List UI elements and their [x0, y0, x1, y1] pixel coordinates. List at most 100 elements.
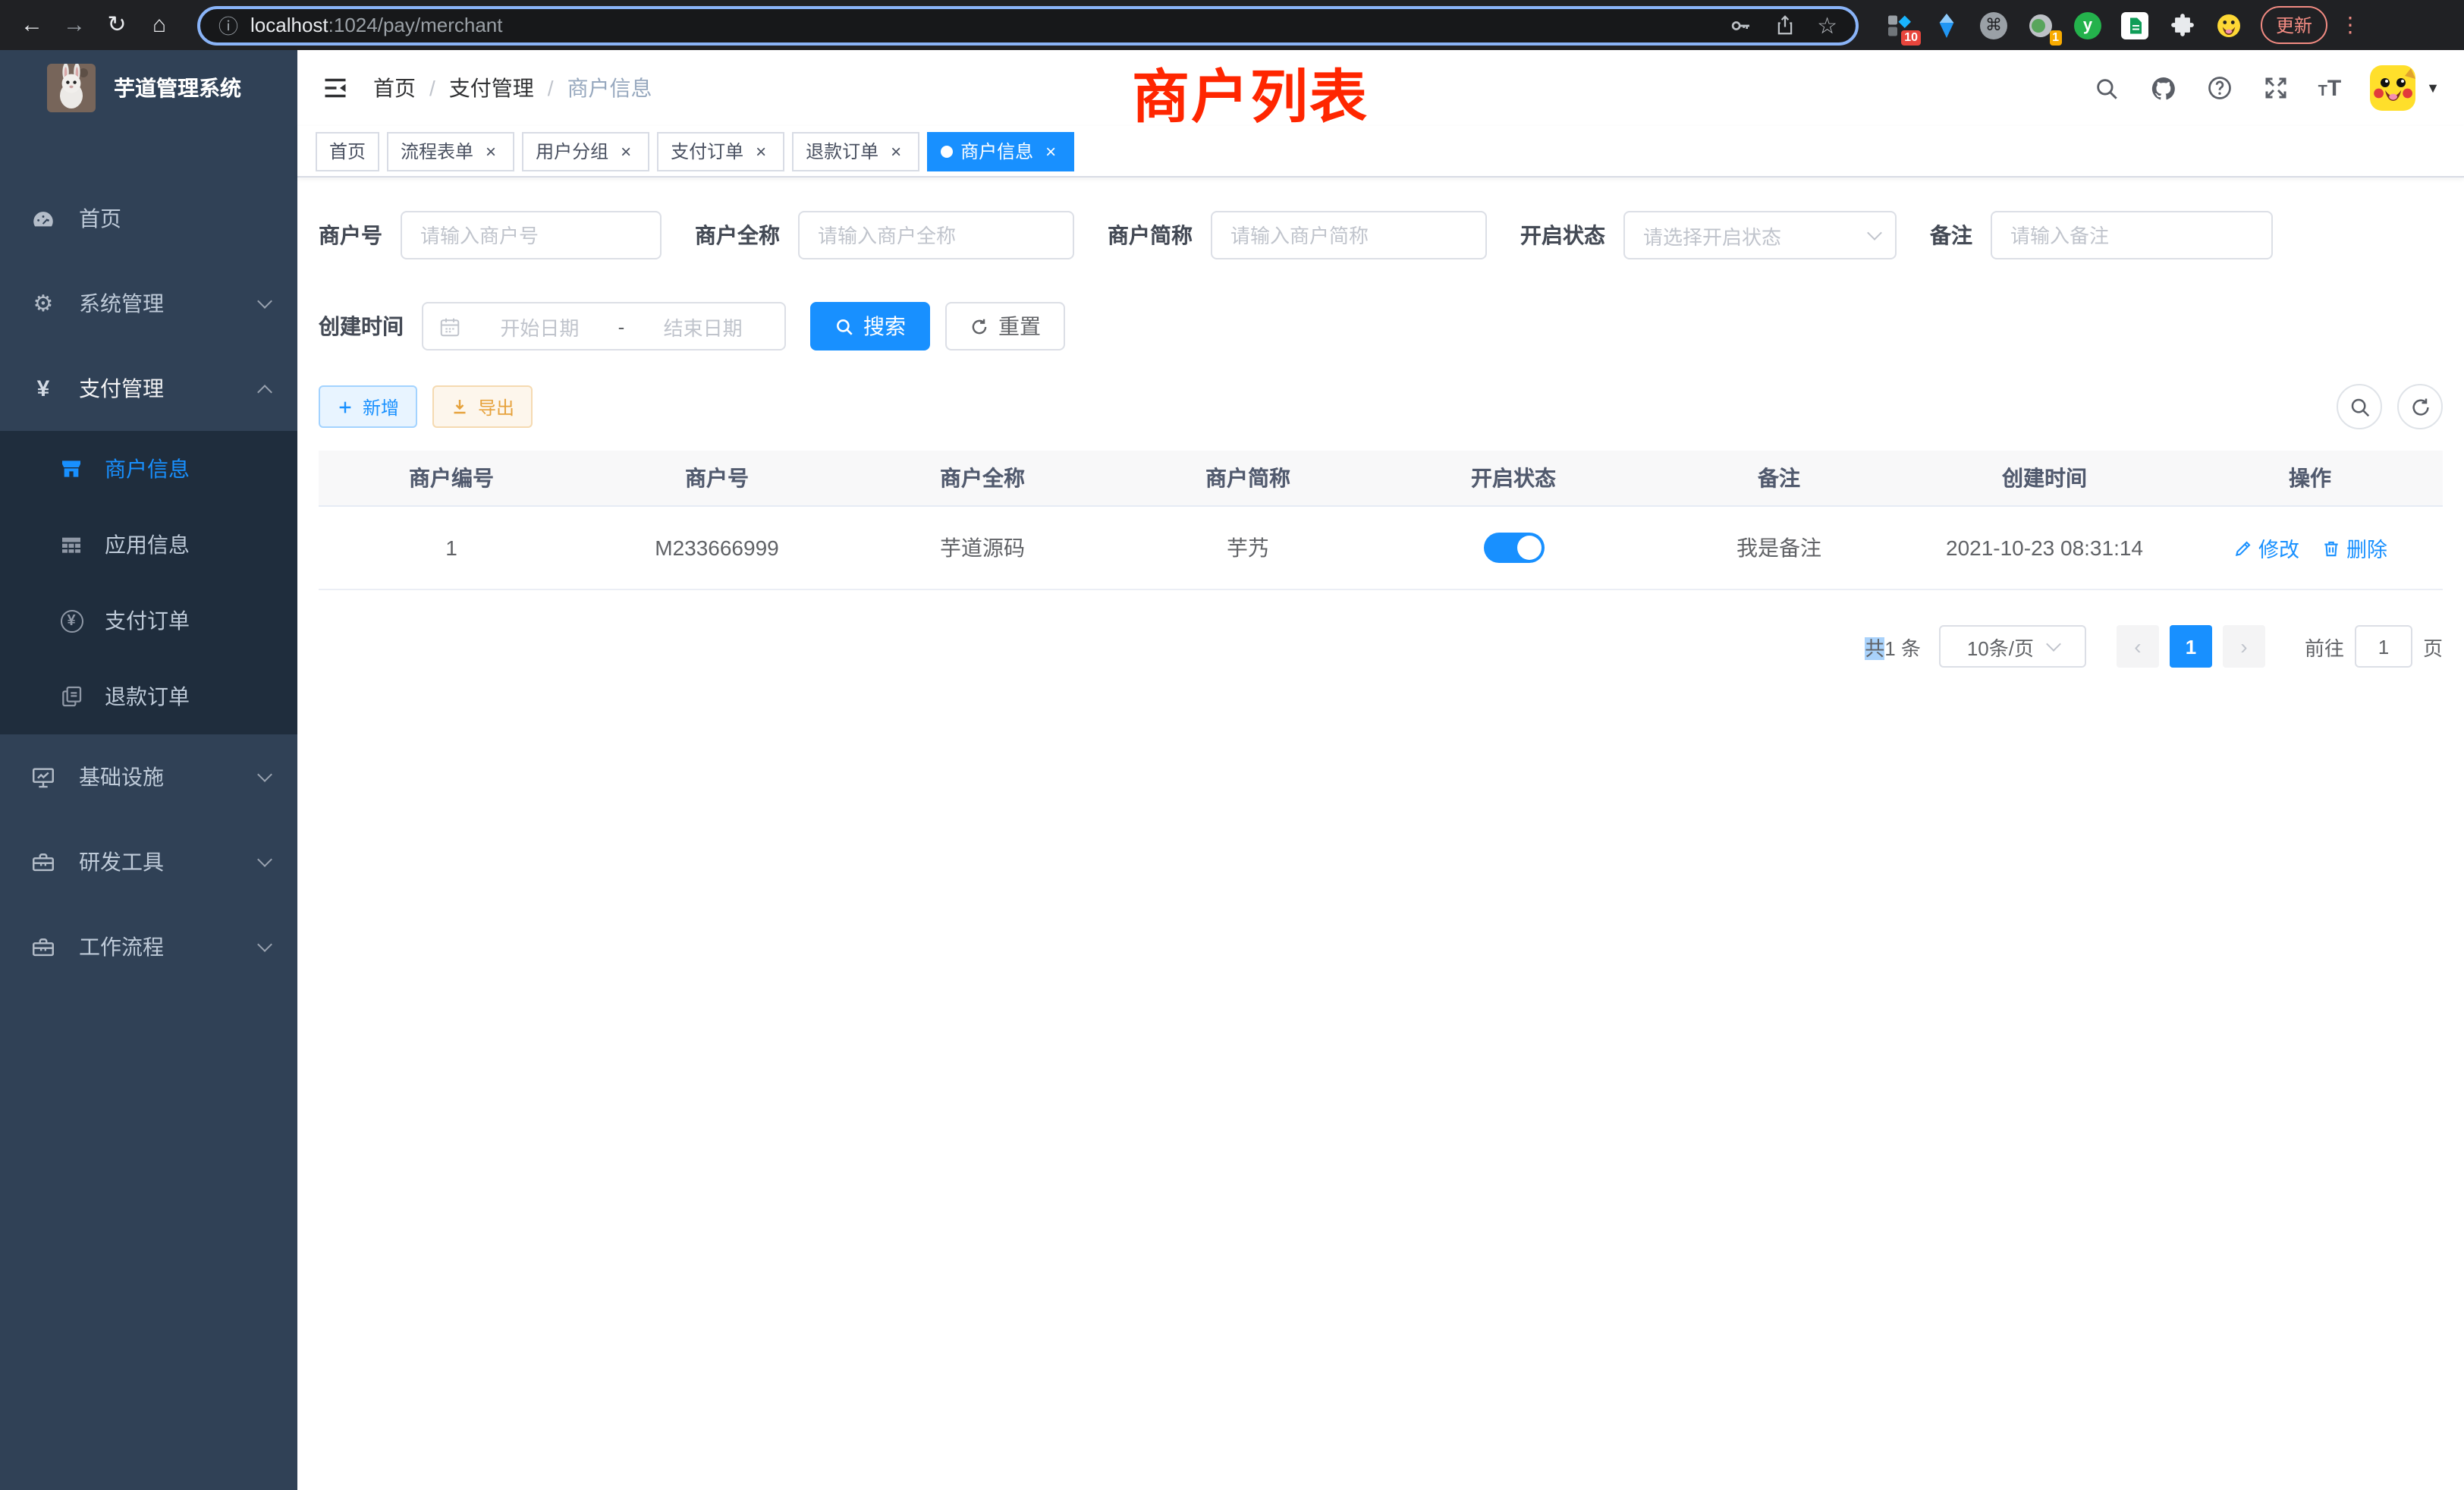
chevron-down-icon [2045, 637, 2060, 652]
emoji-extension-icon[interactable] [2215, 11, 2242, 39]
breadcrumb-separator: / [548, 76, 554, 100]
chevron-down-icon [257, 851, 272, 866]
sidebar-logo[interactable]: 芋道管理系统 [0, 50, 297, 126]
merchant-full-name-input[interactable] [798, 211, 1074, 259]
tab-user-group[interactable]: 用户分组 × [522, 131, 649, 171]
browser-forward-button[interactable]: → [58, 8, 91, 42]
sidebar: 芋道管理系统 首页 ⚙ 系统管理 ¥ 支付管理 [0, 50, 297, 1490]
sidebar-menu: 首页 ⚙ 系统管理 ¥ 支付管理 [0, 176, 297, 989]
browser-update-button[interactable]: 更新 [2261, 6, 2327, 44]
command-glyph: ⌘ [1980, 11, 2007, 39]
recorder-extension-icon[interactable]: 1 [2027, 11, 2054, 39]
sidebar-item-dev-tools[interactable]: 研发工具 [0, 819, 297, 904]
browser-home-button[interactable]: ⌂ [143, 8, 176, 42]
column-header: 操作 [2177, 451, 2443, 505]
status-select[interactable]: 请选择开启状态 [1623, 211, 1897, 259]
grid-icon [59, 533, 83, 557]
refresh-icon[interactable] [2397, 384, 2443, 429]
sidebar-item-label: 首页 [79, 203, 270, 234]
goto-page-input[interactable] [2355, 625, 2412, 668]
sidebar-item-label: 退款订单 [105, 681, 190, 712]
status-toggle[interactable] [1483, 533, 1544, 563]
page-unit-label: 页 [2423, 632, 2443, 661]
field-label: 商户简称 [1108, 220, 1211, 250]
github-icon[interactable] [2150, 74, 2177, 102]
sidebar-item-workflow[interactable]: 工作流程 [0, 904, 297, 989]
help-icon[interactable] [2206, 74, 2233, 102]
sidebar-item-system[interactable]: ⚙ 系统管理 [0, 261, 297, 346]
browser-back-button[interactable]: ← [15, 8, 49, 42]
column-header: 商户全称 [850, 451, 1115, 505]
site-info-icon[interactable]: ⓘ [218, 11, 238, 39]
prev-page-button[interactable]: ‹ [2117, 625, 2159, 668]
sidebar-item-label: 支付订单 [105, 605, 190, 636]
column-header: 商户编号 [319, 451, 584, 505]
end-date-placeholder: 结束日期 [636, 312, 769, 341]
field-label: 商户全称 [695, 220, 798, 250]
font-size-icon[interactable]: TT [2318, 75, 2342, 101]
sidebar-item-app-info[interactable]: 应用信息 [0, 507, 297, 583]
active-dot [941, 145, 953, 157]
user-menu[interactable]: ▼ [2370, 65, 2440, 111]
notes-extension-icon[interactable] [2121, 11, 2148, 39]
remark-input[interactable] [1991, 211, 2273, 259]
fullscreen-icon[interactable] [2262, 74, 2290, 102]
breadcrumb-home[interactable]: 首页 [373, 73, 416, 103]
sidebar-item-payment[interactable]: ¥ 支付管理 [0, 346, 297, 431]
tab-refund-order[interactable]: 退款订单 × [792, 131, 919, 171]
sidebar-item-label: 支付管理 [79, 373, 259, 404]
sidebar-item-pay-order[interactable]: ¥ 支付订单 [0, 583, 297, 659]
sidebar-item-merchant-info[interactable]: 商户信息 [0, 431, 297, 507]
browser-reload-button[interactable]: ↻ [100, 8, 134, 42]
next-page-button[interactable]: › [2223, 625, 2265, 668]
close-icon[interactable]: × [886, 142, 906, 160]
add-button[interactable]: 新增 [319, 385, 417, 428]
puzzle-extensions-icon[interactable] [2168, 11, 2195, 39]
cell-full-name: 芋道源码 [850, 507, 1115, 589]
search-button[interactable]: 搜索 [810, 302, 930, 350]
password-key-icon[interactable] [1727, 13, 1752, 37]
sidebar-item-refund-order[interactable]: 退款订单 [0, 659, 297, 734]
share-icon[interactable] [1773, 14, 1796, 36]
tab-flow-form[interactable]: 流程表单 × [387, 131, 514, 171]
tab-home[interactable]: 首页 [316, 131, 379, 171]
export-button-label: 导出 [478, 394, 514, 420]
browser-menu-icon[interactable]: ⋮ [2340, 12, 2361, 38]
y-extension-icon[interactable]: y [2074, 11, 2101, 39]
create-time-range-picker[interactable]: 开始日期 - 结束日期 [422, 302, 786, 350]
toggle-search-icon[interactable] [2337, 384, 2382, 429]
export-button[interactable]: 导出 [432, 385, 533, 428]
tab-pay-order[interactable]: 支付订单 × [657, 131, 784, 171]
page-size-select[interactable]: 10条/页 [1939, 625, 2086, 668]
breadcrumb-payment[interactable]: 支付管理 [449, 73, 534, 103]
address-bar[interactable]: ⓘ localhost:1024/pay/merchant ☆ [197, 5, 1859, 45]
gem-extension-icon[interactable] [1933, 11, 1960, 39]
extension-icon[interactable]: 10 [1886, 11, 1913, 39]
navbar-actions: TT ▼ [2094, 65, 2440, 111]
avatar [2370, 65, 2415, 111]
cell-create-time: 2021-10-23 08:31:14 [1912, 507, 2177, 589]
bookmark-star-icon[interactable]: ☆ [1817, 11, 1837, 39]
search-icon[interactable] [2094, 74, 2121, 102]
merchant-short-name-input[interactable] [1211, 211, 1487, 259]
column-header: 备注 [1646, 451, 1912, 505]
delete-link[interactable]: 删除 [2321, 533, 2387, 563]
sidebar-item-home[interactable]: 首页 [0, 176, 297, 261]
screen: ← → ↻ ⌂ ⓘ localhost:1024/pay/merchant ☆ … [0, 0, 2464, 1490]
close-icon[interactable]: × [616, 142, 636, 160]
reset-button[interactable]: 重置 [945, 302, 1065, 350]
toolbox-icon [30, 849, 56, 875]
sidebar-item-infrastructure[interactable]: 基础设施 [0, 734, 297, 819]
close-icon[interactable]: × [481, 142, 501, 160]
sidebar-collapse-icon[interactable] [310, 74, 361, 102]
tab-merchant-info[interactable]: 商户信息 × [927, 131, 1074, 171]
close-icon[interactable]: × [1041, 142, 1061, 160]
cell-actions: 修改 删除 [2177, 507, 2443, 589]
page-content: 商户号 商户全称 商户简称 开启状态 请选择开启状态 [297, 178, 2464, 668]
close-icon[interactable]: × [751, 142, 771, 160]
page-number-1[interactable]: 1 [2170, 625, 2212, 668]
merchant-no-input[interactable] [401, 211, 662, 259]
command-extension-icon[interactable]: ⌘ [1980, 11, 2007, 39]
edit-link[interactable]: 修改 [2233, 533, 2299, 563]
field-label: 开启状态 [1520, 220, 1623, 250]
